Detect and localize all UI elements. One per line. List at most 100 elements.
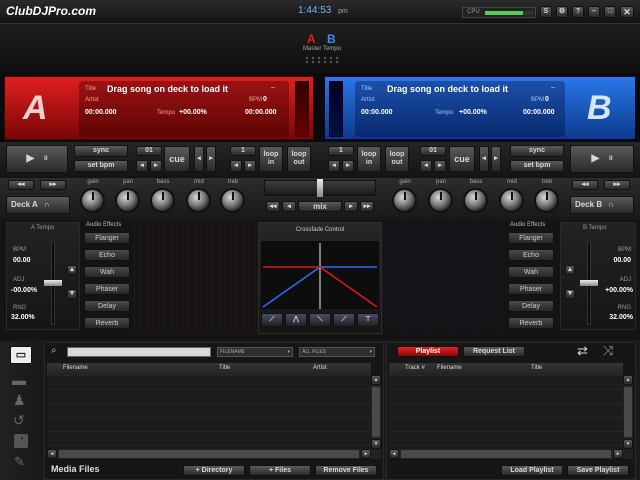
deck-a-echo-button[interactable]: Echo <box>84 249 130 261</box>
deck-b-cue-button[interactable]: cue <box>449 146 475 172</box>
remove-files-button[interactable]: Remove Files <box>315 465 377 476</box>
users-icon[interactable]: ♟ <box>13 392 26 409</box>
master-deck-b[interactable]: B <box>327 32 336 46</box>
swap-icon[interactable]: ⇄ <box>577 343 588 359</box>
deck-a-forward-button[interactable]: ▸▸ <box>40 180 66 190</box>
deck-b-sync-button[interactable]: sync <box>510 145 564 157</box>
master-deck-a[interactable]: A <box>307 32 316 46</box>
crossfade-preset-1[interactable]: ⟋ <box>261 313 283 327</box>
deck-b-loop-down[interactable]: ◂ <box>328 160 340 172</box>
scroll-left-icon[interactable]: ◂ <box>47 449 57 459</box>
scroll-down-icon[interactable]: ▾ <box>371 439 381 449</box>
deck-b-forward-button[interactable]: ▸▸ <box>604 180 630 190</box>
deck-b-reverb-button[interactable]: Reverb <box>508 317 554 329</box>
folder-icon[interactable]: ▬ <box>12 372 26 388</box>
scroll-right-icon[interactable]: ▸ <box>361 449 371 459</box>
deck-b-wah-button[interactable]: Wah <box>508 266 554 278</box>
deck-a-prev-button[interactable]: ◂ <box>194 146 204 172</box>
save-playlist-button[interactable]: Save Playlist <box>567 465 629 476</box>
rss-icon[interactable]: ◔ <box>14 434 28 448</box>
deck-a-setbpm-button[interactable]: set bpm <box>74 160 128 172</box>
deck-a-delay-button[interactable]: Delay <box>84 300 130 312</box>
crossfader-handle[interactable] <box>317 179 323 197</box>
deck-a-gain-knob[interactable] <box>80 188 105 213</box>
scroll-thumb[interactable] <box>624 387 632 437</box>
playlist-table-body[interactable] <box>389 375 623 449</box>
deck-b-treb-knob[interactable] <box>534 188 559 213</box>
deck-a-cue-down[interactable]: ◂ <box>136 160 148 172</box>
deck-a-cue-button[interactable]: cue <box>164 146 190 172</box>
pen-icon[interactable]: ✎ <box>14 454 25 470</box>
deck-b-cue-up[interactable]: ▸ <box>434 160 446 172</box>
playlist-col-title[interactable]: Title <box>531 365 542 371</box>
playlist-col-filename[interactable]: Filename <box>437 365 462 371</box>
help-icon[interactable]: ? <box>572 6 584 18</box>
add-files-button[interactable]: + Files <box>249 465 311 476</box>
deck-a-treb-knob[interactable] <box>220 188 245 213</box>
deck-b-bass-knob[interactable] <box>463 188 488 213</box>
mix-fastforward-button[interactable]: ▸▸ <box>360 201 374 212</box>
crossfade-preset-5[interactable]: ⊤ <box>357 313 379 327</box>
mix-button[interactable]: mix <box>298 201 342 212</box>
deck-a-rewind-button[interactable]: ◂◂ <box>8 180 34 190</box>
deck-b-mid-knob[interactable] <box>499 188 524 213</box>
deck-b-play-button[interactable]: ▶ II <box>570 145 634 173</box>
minimize-icon[interactable]: – <box>588 6 600 18</box>
deck-a-mid-knob[interactable] <box>186 188 211 213</box>
deck-b-rewind-button[interactable]: ◂◂ <box>572 180 598 190</box>
deck-b-cue-number[interactable]: 01 <box>420 146 446 156</box>
mix-rewind-button[interactable]: ◂◂ <box>266 201 280 212</box>
scroll-up-icon[interactable]: ▴ <box>623 375 633 385</box>
deck-b-delay-button[interactable]: Delay <box>508 300 554 312</box>
computer-icon[interactable]: ▭ <box>10 346 32 364</box>
deck-a-loop-up[interactable]: ▸ <box>244 160 256 172</box>
crossfade-preset-2[interactable]: ⋀ <box>285 313 307 327</box>
history-icon[interactable]: ↺ <box>13 412 25 429</box>
shuffle-icon[interactable]: ⤨ <box>603 343 613 359</box>
load-playlist-button[interactable]: Load Playlist <box>501 465 563 476</box>
deck-a-sync-button[interactable]: sync <box>74 145 128 157</box>
playlist-hscroll[interactable]: ◂ ▸ <box>389 449 633 459</box>
deck-a-select-button[interactable]: Deck A ∩ <box>6 196 70 214</box>
media-hscroll[interactable]: ◂ ▸ <box>47 449 381 459</box>
mix-forward-button[interactable]: ▸ <box>344 201 358 212</box>
deck-a-pan-knob[interactable] <box>115 188 140 213</box>
deck-b-phaser-button[interactable]: Phaser <box>508 283 554 295</box>
filter-allfiles-select[interactable]: ALL FILES ▾ <box>299 347 375 357</box>
scroll-left-icon[interactable]: ◂ <box>389 449 399 459</box>
media-vscroll[interactable]: ▴ ▾ <box>371 375 381 449</box>
deck-b-pitch-slider[interactable] <box>580 241 598 325</box>
deck-a-loop-out-button[interactable]: loop out <box>287 146 311 172</box>
deck-b-pan-knob[interactable] <box>428 188 453 213</box>
crossfader-track[interactable] <box>264 179 376 197</box>
deck-b-pitch-up[interactable]: ▴ <box>565 265 575 275</box>
deck-b-next-button[interactable]: ▸ <box>491 146 501 172</box>
scroll-down-icon[interactable]: ▾ <box>623 439 633 449</box>
deck-a-loop-down[interactable]: ◂ <box>230 160 242 172</box>
deck-b-prev-button[interactable]: ◂ <box>479 146 489 172</box>
crossfade-preset-3[interactable]: ⟍ <box>309 313 331 327</box>
deck-b-pitch-handle[interactable] <box>580 280 598 286</box>
crossfade-preset-4[interactable]: ⟋ <box>333 313 355 327</box>
deck-a-pitch-handle[interactable] <box>44 280 62 286</box>
scroll-thumb[interactable] <box>372 387 380 437</box>
deck-b-loop-up[interactable]: ▸ <box>342 160 354 172</box>
gear-icon[interactable]: ⚙ <box>556 6 568 18</box>
deck-a-flanger-button[interactable]: Flanger <box>84 232 130 244</box>
deck-b-flanger-button[interactable]: Flanger <box>508 232 554 244</box>
deck-a-loop-number[interactable]: 1 <box>230 146 256 156</box>
deck-a-reverb-button[interactable]: Reverb <box>84 317 130 329</box>
deck-a-play-button[interactable]: ▶ II <box>6 145 68 173</box>
deck-b-cue-down[interactable]: ◂ <box>420 160 432 172</box>
deck-b-select-button[interactable]: Deck B ∩ <box>570 196 634 214</box>
crossfade-curve[interactable] <box>261 241 379 309</box>
deck-b-loop-in-button[interactable]: loop in <box>357 146 381 172</box>
mix-back-button[interactable]: ◂ <box>282 201 296 212</box>
search-icon[interactable]: ⌕ <box>51 345 57 356</box>
filter-filename-select[interactable]: FILENAME ▾ <box>217 347 293 357</box>
window-icon[interactable]: □ <box>604 6 616 18</box>
media-col-artist[interactable]: Artist <box>313 365 327 371</box>
search-input[interactable] <box>67 347 211 357</box>
settings-icon[interactable]: S <box>540 6 552 18</box>
deck-b-echo-button[interactable]: Echo <box>508 249 554 261</box>
